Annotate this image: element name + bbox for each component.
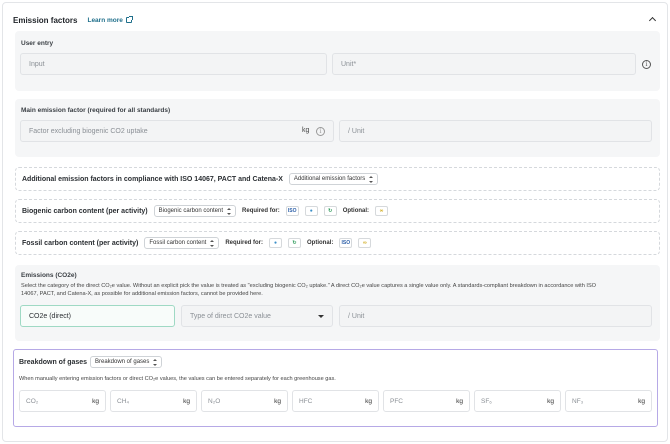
emissions-description: Select the category of the direct CO₂e v… [21, 282, 657, 298]
gas-input-ch4[interactable]: CH₄ kg [110, 390, 197, 412]
emissions-section: Emissions (CO2e) Select the category of … [15, 265, 660, 341]
optional-label: Optional: [342, 208, 370, 214]
gas-unit: kg [92, 397, 99, 405]
gas-unit: kg [547, 397, 554, 405]
globe-badge-icon: ● [269, 238, 283, 248]
unit-input[interactable]: Unit* [332, 53, 636, 75]
user-entry-label: User entry [21, 40, 54, 47]
gas-input-pfc[interactable]: PFC kg [383, 390, 470, 412]
breakdown-description: When manually entering emission factors … [19, 376, 336, 382]
gas-unit: kg [638, 397, 645, 405]
fossil-carbon-dropdown-label: Fossil carbon content [149, 240, 207, 246]
info-icon[interactable]: i [642, 60, 651, 69]
learn-more-label: Learn more [87, 16, 123, 24]
biogenic-carbon-row: Biogenic carbon content (per activity) B… [15, 199, 660, 223]
gas-label: NF₃ [572, 397, 584, 405]
required-for-label: Required for: [242, 208, 280, 214]
user-entry-section: User entry Input Unit* i [15, 31, 660, 91]
info-icon[interactable]: i [316, 127, 325, 136]
gas-label: HFC [299, 397, 313, 405]
learn-more-link[interactable]: Learn more [87, 16, 133, 24]
optional-label: Optional: [307, 240, 334, 246]
gas-input-nf3[interactable]: NF₃ kg [565, 390, 652, 412]
gas-input-n2o[interactable]: N₂O kg [201, 390, 288, 412]
user-entry-input-placeholder: Input [29, 60, 45, 68]
iso-badge-text: ISO [287, 207, 297, 214]
unit-input-placeholder: Unit* [341, 60, 357, 68]
fossil-carbon-label: Fossil carbon content (per activity) [22, 239, 139, 247]
gas-unit: kg [183, 397, 190, 405]
collapse-chevron-icon[interactable] [647, 14, 657, 24]
user-entry-input[interactable]: Input [20, 53, 327, 75]
main-factor-placeholder: Factor excluding biogenic CO2 uptake [29, 127, 148, 135]
sort-arrows-icon [227, 207, 232, 215]
emissions-label: Emissions (CO2e) [21, 272, 77, 279]
breakdown-label: Breakdown of gases [19, 359, 88, 366]
main-factor-section: Main emission factor (required for all s… [15, 99, 660, 157]
globe-badge-icon: ● [304, 206, 318, 216]
main-factor-label: Main emission factor (required for all s… [21, 107, 171, 114]
additional-factors-dropdown[interactable]: Additional emission factors [288, 173, 379, 185]
gas-unit: kg [456, 397, 463, 405]
gas-input-co2[interactable]: CO₂ kg [19, 390, 106, 412]
required-for-label: Required for: [225, 240, 264, 246]
biogenic-carbon-label: Biogenic carbon content (per activity) [22, 207, 148, 215]
sort-arrows-icon [153, 358, 158, 366]
gas-label: SF₆ [481, 397, 492, 405]
main-factor-per-unit-placeholder: / Unit [348, 127, 365, 135]
co2e-direct-input[interactable]: CO2e (direct) [20, 305, 175, 327]
ghg-badge-icon: ∞ [358, 238, 372, 248]
cycle-badge-icon: ↻ [288, 238, 302, 248]
gas-input-sf6[interactable]: SF₆ kg [474, 390, 561, 412]
co2e-type-placeholder: Type of direct CO2e value [190, 312, 271, 320]
gas-label: CH₄ [117, 397, 130, 405]
gas-unit: kg [365, 397, 372, 405]
additional-factors-label: Additional emission factors in complianc… [22, 175, 283, 183]
cycle-badge-icon: ↻ [323, 206, 337, 216]
sort-arrows-icon [369, 175, 374, 183]
sort-arrows-icon [210, 239, 215, 247]
additional-factors-dropdown-label: Additional emission factors [293, 176, 366, 182]
external-link-icon [125, 16, 133, 23]
breakdown-section: Breakdown of gases Breakdown of gases Wh… [13, 349, 658, 427]
main-factor-input[interactable]: Factor excluding biogenic CO2 uptake [20, 120, 334, 142]
emissions-per-unit-placeholder: / Unit [348, 312, 365, 320]
gas-unit: kg [274, 397, 281, 405]
breakdown-dropdown[interactable]: Breakdown of gases [90, 356, 163, 368]
gas-label: PFC [390, 397, 403, 405]
fossil-carbon-row: Fossil carbon content (per activity) Fos… [15, 231, 660, 255]
co2e-direct-value: CO2e (direct) [29, 312, 72, 320]
co2e-type-select[interactable]: Type of direct CO2e value [181, 305, 333, 327]
gas-label: CO₂ [26, 397, 39, 405]
section-header: Emission factors Learn more [13, 13, 133, 27]
iso-badge-text: ISO [341, 239, 351, 246]
ghg-badge-icon: ∞ [375, 206, 389, 216]
iso-badge-icon: ISO [285, 206, 299, 216]
emission-factors-card: Emission factors Learn more User entry I… [2, 2, 668, 442]
gas-input-hfc[interactable]: HFC kg [292, 390, 379, 412]
biogenic-carbon-dropdown[interactable]: Biogenic carbon content [153, 205, 237, 217]
biogenic-carbon-dropdown-label: Biogenic carbon content [158, 208, 224, 214]
emissions-description-line2: 14067, PACT, and Catena-X, as possible f… [21, 291, 263, 297]
gas-label: N₂O [208, 397, 221, 405]
iso-badge-icon: ISO [339, 238, 353, 248]
section-title: Emission factors [13, 15, 78, 25]
fossil-carbon-dropdown[interactable]: Fossil carbon content [144, 237, 220, 249]
emissions-per-unit-input[interactable]: / Unit [339, 305, 652, 327]
caret-down-icon [318, 315, 324, 318]
main-factor-unit: kg [302, 127, 310, 134]
main-factor-per-unit-input[interactable]: / Unit [339, 120, 652, 142]
emissions-description-line1: Select the category of the direct CO₂e v… [21, 283, 597, 289]
additional-factors-row: Additional emission factors in complianc… [15, 167, 660, 191]
breakdown-dropdown-label: Breakdown of gases [95, 359, 150, 365]
